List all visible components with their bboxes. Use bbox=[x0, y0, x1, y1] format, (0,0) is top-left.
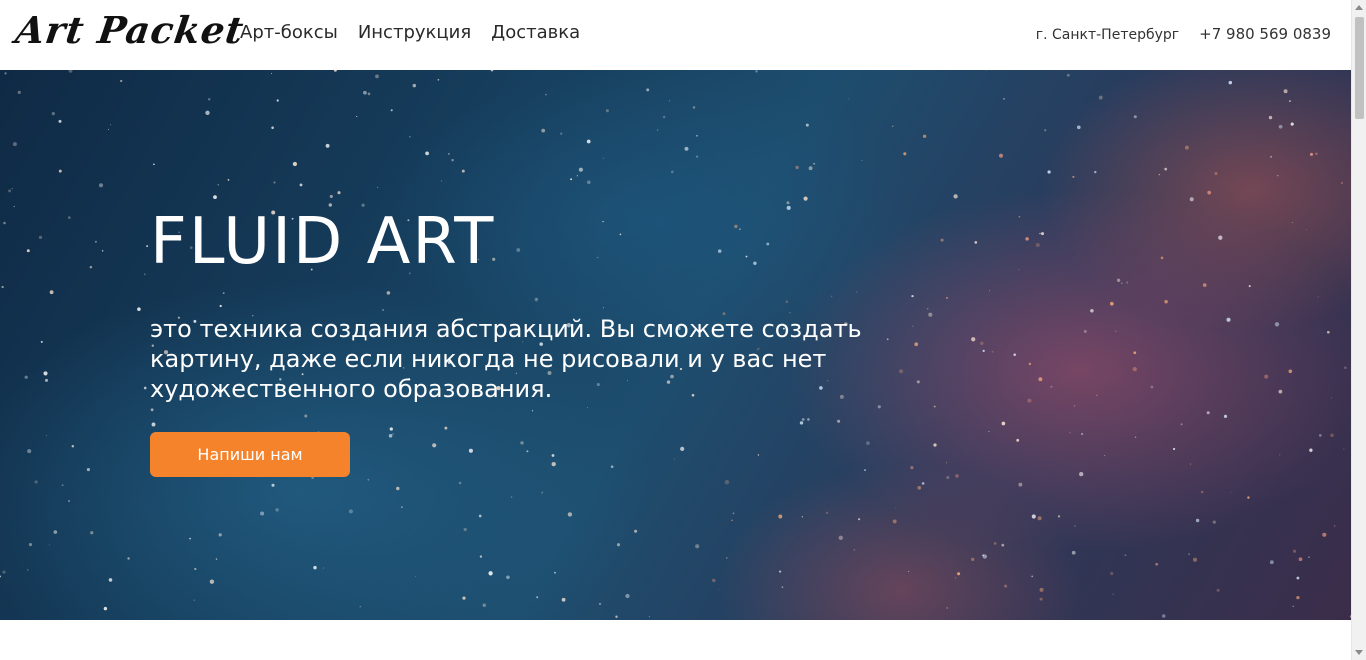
nav-link-instructions[interactable]: Инструкция bbox=[358, 22, 471, 43]
scroll-up-icon[interactable] bbox=[1355, 5, 1363, 10]
hero-content: FLUID ART это техника создания абстракци… bbox=[150, 210, 970, 477]
main-nav: Арт-боксы Инструкция Доставка bbox=[240, 22, 580, 43]
site-header: Art Packet Арт-боксы Инструкция Доставка… bbox=[0, 0, 1351, 70]
logo[interactable]: Art Packet bbox=[13, 8, 247, 52]
city-label: г. Санкт-Петербург bbox=[1035, 27, 1180, 43]
hero-section: FLUID ART это техника создания абстракци… bbox=[0, 70, 1351, 620]
hero-title: FLUID ART bbox=[150, 205, 496, 279]
hero-description: это техника создания абстракций. Вы смож… bbox=[150, 315, 862, 403]
nav-link-art-boxes[interactable]: Арт-боксы bbox=[240, 22, 338, 43]
scroll-down-icon[interactable] bbox=[1355, 650, 1363, 655]
page-scrollbar[interactable] bbox=[1351, 0, 1366, 660]
contact-us-button[interactable]: Напиши нам bbox=[150, 432, 350, 477]
phone-link[interactable]: +7 980 569 0839 bbox=[1199, 25, 1331, 43]
header-contacts: г. Санкт-Петербург +7 980 569 0839 bbox=[1036, 25, 1331, 43]
scroll-thumb[interactable] bbox=[1355, 17, 1364, 119]
nav-link-delivery[interactable]: Доставка bbox=[491, 22, 580, 43]
